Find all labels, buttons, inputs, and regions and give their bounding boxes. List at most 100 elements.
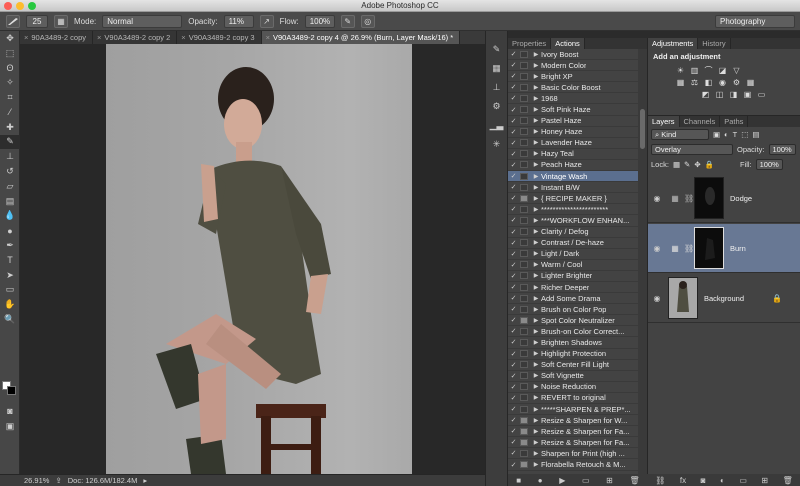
- expand-triangle-icon[interactable]: ▶: [531, 461, 541, 468]
- selective-color-icon[interactable]: ▣: [743, 90, 752, 99]
- action-item[interactable]: ✓ ▶ Ivory Boost: [508, 49, 639, 61]
- dialog-toggle[interactable]: [520, 416, 528, 424]
- toggle-check-icon[interactable]: ✓: [508, 117, 519, 125]
- dialog-toggle[interactable]: [520, 316, 528, 324]
- layer-name[interactable]: Burn: [730, 244, 746, 253]
- expand-triangle-icon[interactable]: ▶: [531, 295, 541, 302]
- action-item[interactable]: ✓ ▶ Contrast / De-haze: [508, 238, 639, 249]
- dialog-toggle[interactable]: [520, 272, 528, 280]
- tab-actions[interactable]: Actions: [551, 38, 585, 49]
- action-item[interactable]: ✓ ▶ Soft Vignette: [508, 371, 639, 382]
- toggle-check-icon[interactable]: ✓: [508, 139, 519, 147]
- dialog-toggle[interactable]: [520, 194, 528, 202]
- toggle-check-icon[interactable]: ✓: [508, 283, 519, 291]
- lock-pixels-icon[interactable]: ✎: [684, 160, 690, 169]
- eyedropper-tool-icon[interactable]: ⁄: [0, 105, 20, 120]
- expand-triangle-icon[interactable]: ▶: [531, 339, 541, 346]
- expand-triangle-icon[interactable]: ▶: [531, 195, 541, 202]
- toggle-check-icon[interactable]: ✓: [508, 361, 519, 369]
- toggle-check-icon[interactable]: ✓: [508, 161, 519, 169]
- action-item[interactable]: ✓ ▶ Honey Haze: [508, 127, 639, 138]
- color-balance-icon[interactable]: ⚖: [690, 78, 699, 87]
- action-item[interactable]: ✓ ▶ 1968: [508, 93, 639, 105]
- layer-style-fx-icon[interactable]: fx: [680, 476, 686, 485]
- toggle-check-icon[interactable]: ✓: [508, 327, 519, 335]
- toggle-check-icon[interactable]: ✓: [508, 216, 519, 224]
- toggle-check-icon[interactable]: ✓: [508, 372, 519, 380]
- tab-properties[interactable]: Properties: [508, 38, 552, 49]
- screen-mode-icon[interactable]: ▣: [0, 419, 20, 434]
- action-item[interactable]: ✓ ▶ Pastel Haze: [508, 116, 639, 127]
- dialog-toggle[interactable]: [520, 394, 528, 402]
- tab-paths[interactable]: Paths: [720, 116, 749, 127]
- channel-mixer-icon[interactable]: ⚙: [732, 78, 741, 87]
- navigator-icon[interactable]: ✳: [486, 136, 507, 152]
- type-tool-icon[interactable]: T: [0, 253, 20, 268]
- eraser-tool-icon[interactable]: ▱: [0, 179, 20, 194]
- histogram-icon[interactable]: ▁▃: [486, 117, 507, 133]
- curves-icon[interactable]: ⌒: [704, 66, 713, 75]
- toggle-check-icon[interactable]: ✓: [508, 405, 519, 413]
- dialog-toggle[interactable]: [520, 383, 528, 391]
- tab-channels[interactable]: Channels: [680, 116, 721, 127]
- brush-panel-icon[interactable]: ▦: [486, 60, 507, 76]
- expand-triangle-icon[interactable]: ▶: [531, 51, 541, 58]
- tab-adjustments[interactable]: Adjustments: [648, 38, 699, 49]
- toggle-check-icon[interactable]: ✓: [508, 316, 519, 324]
- dialog-toggle[interactable]: [520, 94, 528, 102]
- visibility-eye-icon[interactable]: ◉: [648, 294, 666, 303]
- toggle-check-icon[interactable]: ✓: [508, 150, 519, 158]
- document-tab-active[interactable]: × V90A3489-2 copy 4 @ 26.9% (Burn, Layer …: [261, 31, 461, 44]
- action-item[interactable]: ✓ ▶ REVERT to original: [508, 393, 639, 404]
- layer-filter-kind[interactable]: ⌕ Kind: [651, 129, 709, 140]
- expand-triangle-icon[interactable]: ▶: [531, 206, 541, 213]
- filter-adjustment-icon[interactable]: ◐: [724, 130, 729, 139]
- gradient-map-icon[interactable]: ▭: [757, 90, 766, 99]
- record-icon[interactable]: ●: [538, 476, 543, 485]
- dialog-toggle[interactable]: [520, 338, 528, 346]
- toggle-check-icon[interactable]: ✓: [508, 250, 519, 258]
- brightness-icon[interactable]: ☀: [676, 66, 685, 75]
- new-adjustment-icon[interactable]: ◐: [720, 476, 725, 485]
- delete-icon[interactable]: 🗑: [629, 476, 639, 485]
- new-set-icon[interactable]: ▭: [582, 476, 590, 485]
- hue-saturation-icon[interactable]: ▦: [676, 78, 685, 87]
- dialog-toggle[interactable]: [520, 150, 528, 158]
- action-item[interactable]: ✓ ▶ Resize & Sharpen for Fa...: [508, 437, 639, 449]
- layer-row-burn[interactable]: ◉ ▦ ⛓ Burn: [648, 224, 800, 273]
- close-tab-icon[interactable]: ×: [97, 33, 101, 42]
- filter-pixel-icon[interactable]: ▣: [713, 130, 720, 139]
- toggle-check-icon[interactable]: ✓: [508, 338, 519, 346]
- action-item[interactable]: ✓ ▶ Brighten Shadows: [508, 337, 639, 349]
- expand-triangle-icon[interactable]: ▶: [531, 406, 541, 413]
- airbrush-icon[interactable]: ✎: [340, 14, 355, 28]
- action-item[interactable]: ✓ ▶ ***WORKFLOW ENHAN...: [508, 215, 639, 227]
- history-brush-tool-icon[interactable]: ↺: [0, 164, 20, 179]
- posterize-icon[interactable]: ◫: [715, 90, 724, 99]
- dodge-tool-icon[interactable]: ●: [0, 223, 20, 238]
- toggle-check-icon[interactable]: ✓: [508, 83, 519, 91]
- background-color-swatch[interactable]: [7, 386, 16, 395]
- rectangle-tool-icon[interactable]: ▭: [0, 283, 20, 298]
- toggle-check-icon[interactable]: ✓: [508, 61, 519, 69]
- new-action-icon[interactable]: ⊞: [606, 476, 613, 485]
- action-item[interactable]: ✓ ▶ Peach Haze: [508, 160, 639, 172]
- workspace-select[interactable]: Photography: [715, 15, 795, 28]
- action-item[interactable]: ✓ ▶ Brush on Color Pop: [508, 304, 639, 316]
- dialog-toggle[interactable]: [520, 449, 528, 457]
- dialog-toggle[interactable]: [520, 461, 528, 469]
- expand-triangle-icon[interactable]: ▶: [531, 439, 541, 446]
- dialog-toggle[interactable]: [520, 250, 528, 258]
- brush-presets-icon[interactable]: ✎: [486, 41, 507, 57]
- layer-opacity-input[interactable]: 100%: [768, 144, 796, 155]
- clone-stamp-tool-icon[interactable]: ⊥: [0, 149, 20, 164]
- expand-triangle-icon[interactable]: ▶: [531, 217, 541, 224]
- add-mask-icon[interactable]: ◙: [701, 476, 706, 485]
- blur-tool-icon[interactable]: 💧: [0, 209, 20, 224]
- brush-panel-toggle-icon[interactable]: ▦: [54, 14, 68, 28]
- action-item[interactable]: ✓ ▶ Richer Deeper: [508, 282, 639, 294]
- toggle-check-icon[interactable]: ✓: [508, 416, 519, 424]
- expand-triangle-icon[interactable]: ▶: [531, 361, 541, 368]
- action-item[interactable]: ✓ ▶ Noise Reduction: [508, 382, 639, 393]
- toggle-check-icon[interactable]: ✓: [508, 228, 519, 236]
